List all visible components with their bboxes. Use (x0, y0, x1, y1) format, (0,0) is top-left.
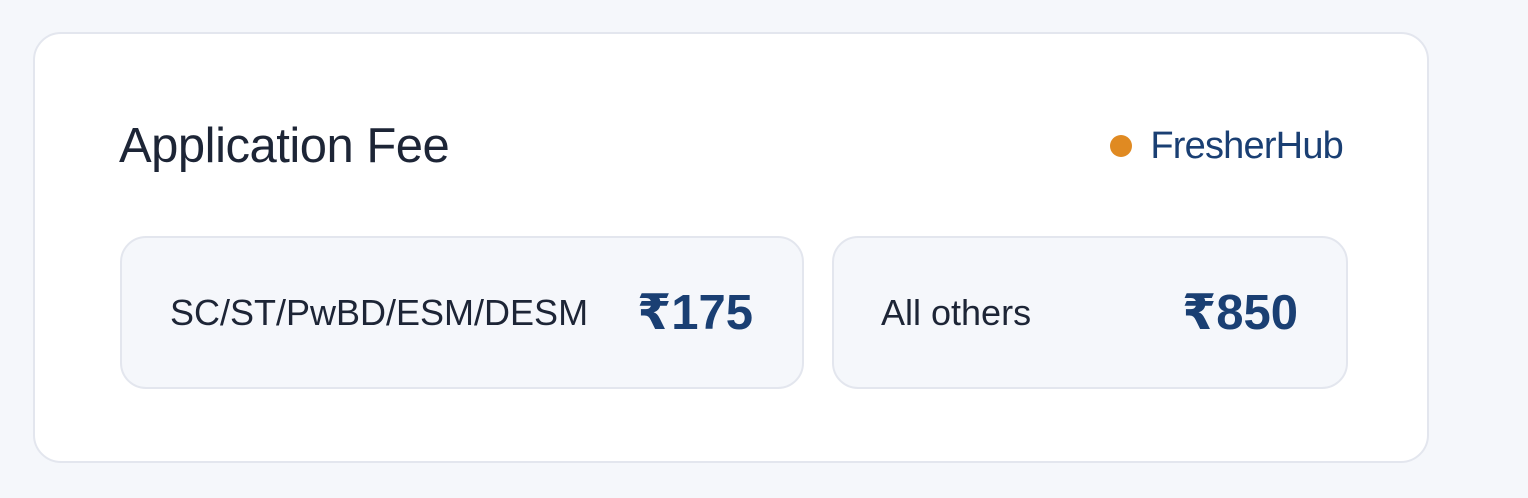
fee-amount: ₹175 (637, 285, 753, 340)
fee-item-sc-st-pwbd-esm-desm: SC/ST/PwBD/ESM/DESM ₹175 (120, 236, 804, 389)
fee-category-label: All others (881, 291, 1032, 333)
fee-category-label: SC/ST/PwBD/ESM/DESM (170, 291, 589, 333)
card-title: Application Fee (119, 119, 450, 173)
brand-dot-icon (1110, 135, 1133, 157)
brand-badge: FresherHub (1110, 122, 1344, 170)
fee-amount: ₹850 (1182, 285, 1298, 340)
application-fee-card: Application Fee FresherHub SC/ST/PwBD/ES… (33, 32, 1429, 463)
brand-name: FresherHub (1150, 125, 1343, 167)
fee-item-all-others: All others ₹850 (832, 236, 1348, 389)
